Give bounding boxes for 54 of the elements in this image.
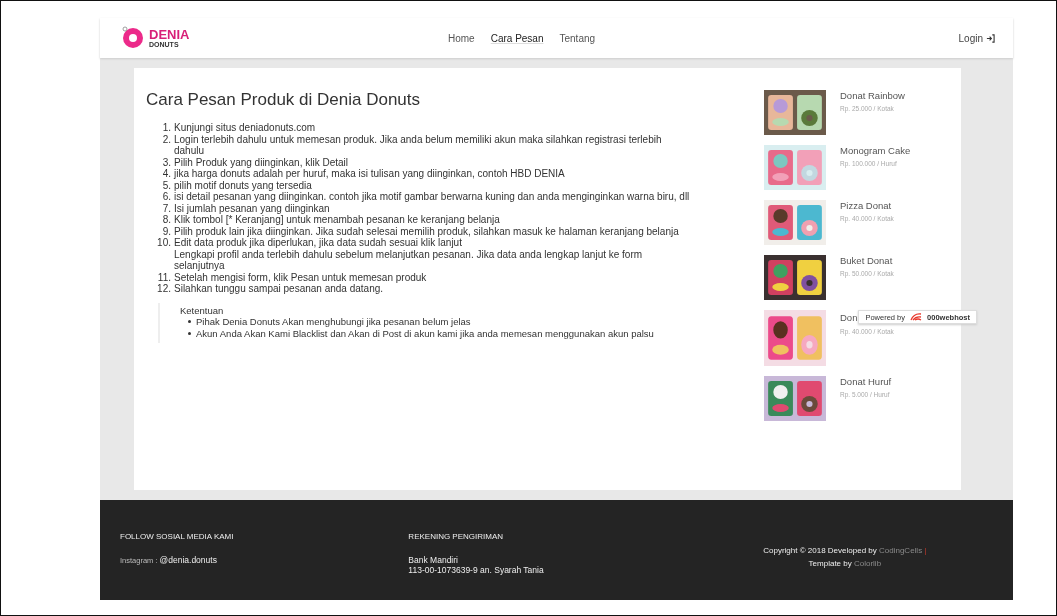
step-text: isi detail pesanan yang diinginkan. contoh jika motif gambar berwarna kuning dan anda menginginkan warna biru, dll xyxy=(174,191,691,203)
step-number: 5. xyxy=(161,179,172,191)
step-number: 6. xyxy=(161,191,172,203)
footer-heading: FOLLOW SOSIAL MEDIA KAMI xyxy=(120,532,235,541)
step-number: 10. xyxy=(156,237,172,250)
step-text: Silahkan tunggu sampai pesanan anda datang. xyxy=(174,283,385,295)
step-number: 9. xyxy=(161,225,172,237)
product-name[interactable]: Don xyxy=(840,311,858,323)
step-number: 4. xyxy=(161,168,172,180)
step-text: Isi jumlah pesanan yang diinginkan xyxy=(174,202,331,214)
nav-link[interactable]: Home xyxy=(448,32,475,44)
step-text: Edit data produk jika diperlukan, jika data sudah sesuai klik lanjut xyxy=(174,237,463,249)
terms-item: Pihak Denia Donuts Akan menghubungi jika pesanan belum jelas xyxy=(196,316,471,328)
step-number: 12. xyxy=(156,283,172,295)
step-number: 3. xyxy=(161,156,172,168)
terms-title: Ketentuan xyxy=(180,304,224,316)
step-text: Kunjungi situs deniadonuts.com xyxy=(174,122,317,134)
step-number: 1. xyxy=(161,122,172,134)
instagram-link[interactable]: @denia.donuts xyxy=(159,555,217,565)
login-link[interactable]: Login xyxy=(958,32,995,44)
step-text: Pilih produk lain jika diinginkan. Jika sudah selesai memilih produk, silahkan masuk ke halaman keranjang belanja xyxy=(174,225,680,237)
separator: | xyxy=(924,546,927,555)
bank-name: Bank Mandiri xyxy=(408,555,459,565)
product-name[interactable]: Buket Donat xyxy=(840,255,893,266)
template-text: Template by xyxy=(808,559,852,568)
nav-link[interactable]: Cara Pesan xyxy=(490,32,544,44)
bank-account: 113-00-1073639-9 an. Syarah Tania xyxy=(408,565,545,575)
product-name[interactable]: Monogram Cake xyxy=(840,145,911,156)
step-text: Klik tombol [* Keranjang] untuk menambah pesanan ke keranjang belanja xyxy=(174,214,501,226)
logo-name: DENIA xyxy=(149,28,190,41)
step-number: 7. xyxy=(161,202,172,214)
product-name[interactable]: Donat Huruf xyxy=(840,376,892,387)
developer-link[interactable]: CodingCells xyxy=(879,546,923,555)
step-number: 11. xyxy=(156,271,172,283)
nav-link[interactable]: Tentang xyxy=(559,32,596,44)
bullet-icon xyxy=(188,320,191,323)
step-text: Setelah mengisi form, klik Pesan untuk memesan produk xyxy=(174,271,428,283)
bullet-icon xyxy=(188,331,191,335)
product-name[interactable]: Pizza Donat xyxy=(840,200,892,211)
terms-item: Akun Anda Akan Kami Blacklist dan Akan di Post di akun kami jika anda memesan menggunakan akun palsu xyxy=(196,327,654,339)
page-title: Cara Pesan Produk di Denia Donuts xyxy=(146,90,422,110)
step-text: jika harga donuts adalah per huruf, maka isi tulisan yang diinginkan, contoh HBD DENIA xyxy=(174,168,566,180)
step-number: 8. xyxy=(161,214,172,226)
footer-heading: REKENING PENGIRIMAN xyxy=(408,532,505,541)
swirl-icon xyxy=(909,312,924,322)
product-name[interactable]: Donat Rainbow xyxy=(840,90,905,101)
step-text: pilih motif donuts yang tersedia xyxy=(174,179,313,191)
step-text: Pilih Produk yang diinginkan, klik Detail xyxy=(174,156,349,168)
copyright-text: Copyright © 2018 Developed by xyxy=(763,546,877,555)
step-text: Login terlebih dahulu untuk memesan produk. Jika anda belum memiliki akun maka silahkan registrasi terlebih dahulu xyxy=(174,133,663,157)
login-icon xyxy=(986,33,995,43)
template-link[interactable]: Colorlib xyxy=(853,559,882,568)
step-number: 2. xyxy=(161,133,172,147)
step-note: Lengkapi profil anda terlebih dahulu sebelum melanjutkan pesanan. Jika data anda lengkap lanjut ke form selanjutnya xyxy=(174,248,644,272)
